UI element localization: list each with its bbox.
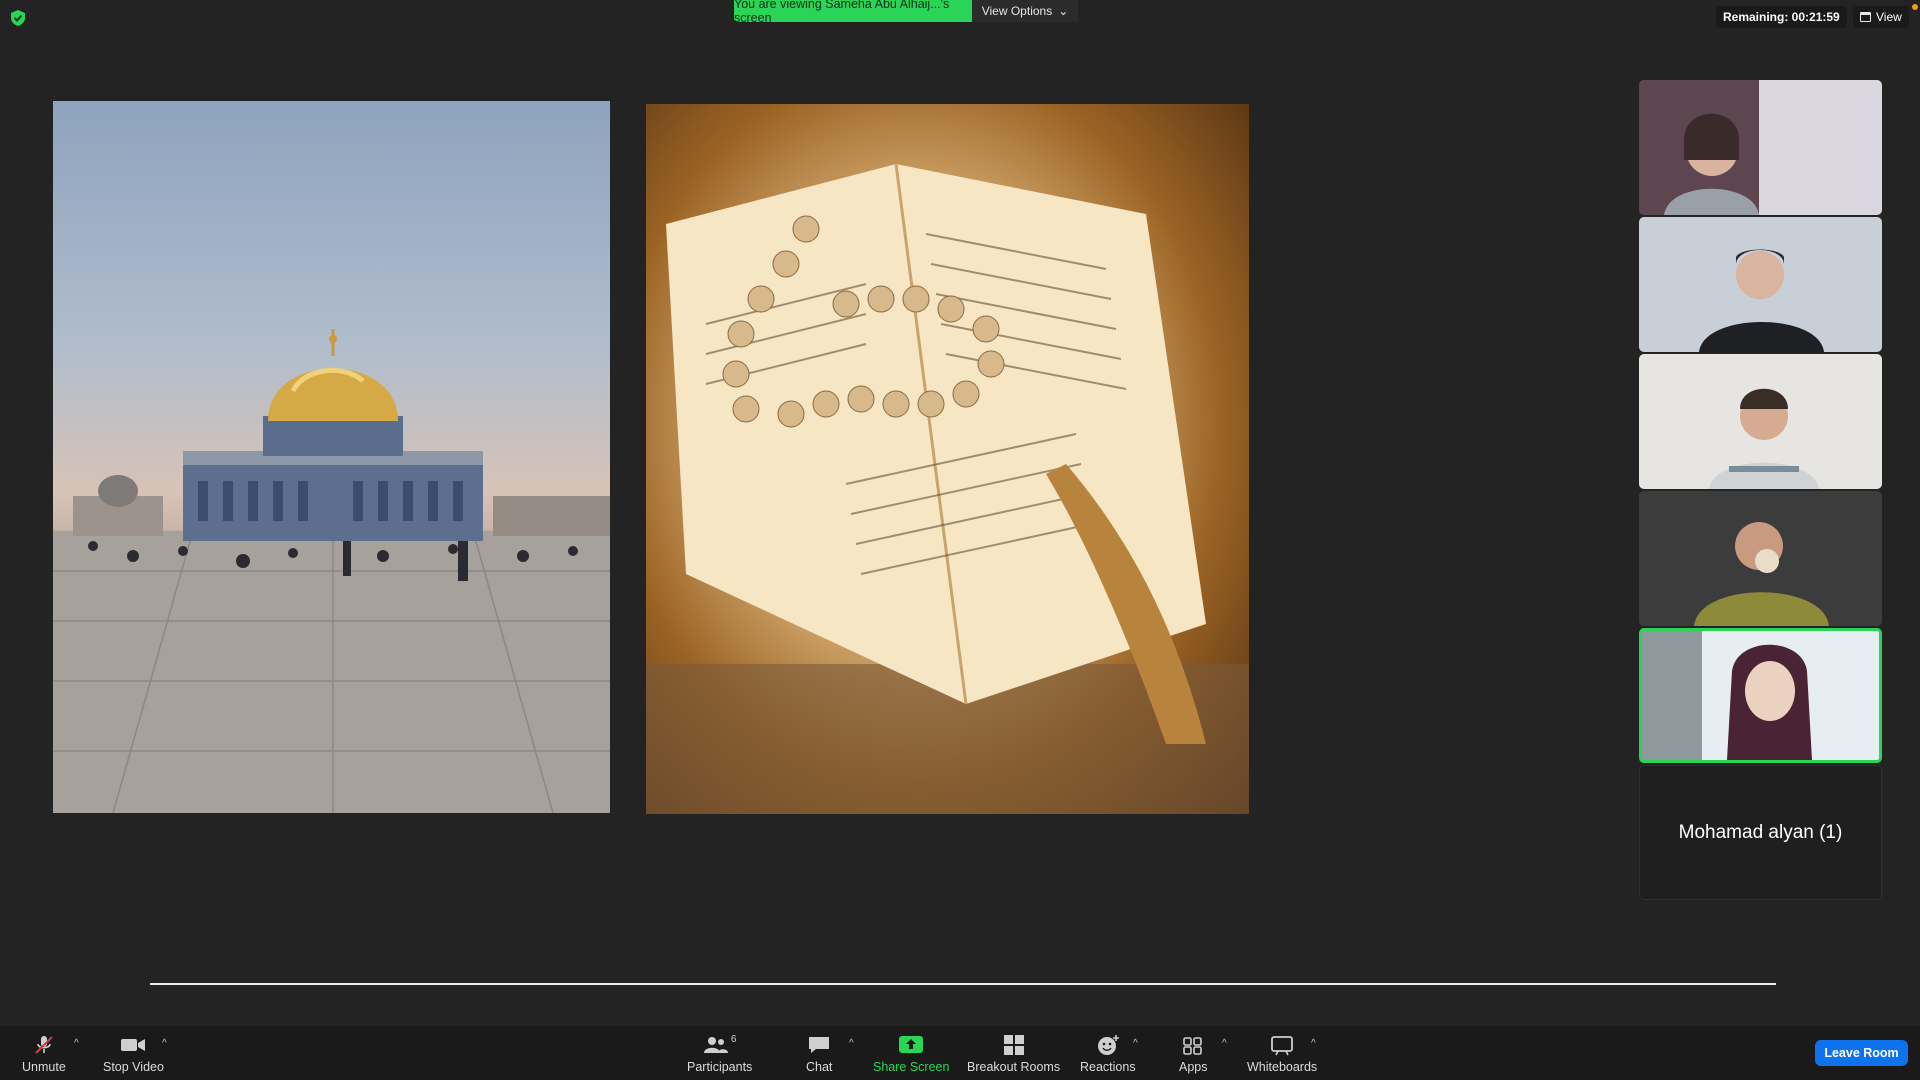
whiteboards-button[interactable]: Whiteboards — [1247, 1034, 1317, 1074]
meeting-toolbar: Unmute ^ Stop Video ^ 6 Participants Cha… — [0, 1026, 1920, 1080]
breakout-rooms-button[interactable]: Breakout Rooms — [967, 1034, 1060, 1074]
chat-button[interactable]: Chat — [806, 1034, 832, 1074]
share-screen-label: Share Screen — [873, 1060, 950, 1074]
stop-video-label: Stop Video — [103, 1060, 164, 1074]
unmute-button[interactable]: Unmute — [22, 1034, 66, 1074]
chat-bubble-icon — [809, 1037, 830, 1053]
security-shield-icon[interactable] — [9, 9, 27, 27]
audio-options-caret-icon[interactable]: ^ — [74, 1038, 79, 1049]
apps-icon — [1183, 1037, 1203, 1055]
view-options-label: View Options — [981, 4, 1053, 18]
reactions-button[interactable]: Reactions — [1080, 1034, 1136, 1074]
breakout-rooms-label: Breakout Rooms — [967, 1060, 1061, 1074]
participants-count: 6 — [730, 1034, 737, 1045]
chevron-down-icon: ⌄ — [1058, 4, 1069, 18]
participant-video-tile[interactable] — [1639, 80, 1882, 215]
active-speaker-video-tile[interactable] — [1639, 628, 1882, 763]
view-button[interactable]: View — [1853, 6, 1909, 28]
remaining-time-badge: Remaining: 00:21:59 — [1716, 6, 1847, 28]
chat-label: Chat — [806, 1060, 833, 1074]
leave-room-button[interactable]: Leave Room — [1815, 1040, 1908, 1066]
whiteboard-icon — [1271, 1036, 1293, 1056]
participant-video-tile[interactable] — [1639, 491, 1882, 626]
share-screen-icon — [899, 1036, 924, 1053]
participants-label: Participants — [687, 1060, 753, 1074]
participant-name-tile[interactable]: Mohamad alyan (1) — [1639, 765, 1882, 900]
apps-button[interactable]: Apps — [1179, 1034, 1208, 1074]
dome-of-the-rock-photo — [53, 101, 610, 813]
chat-options-caret-icon[interactable]: ^ — [849, 1038, 854, 1049]
top-bar: You are viewing Sameha Abu Alhaij...'s s… — [0, 0, 1920, 40]
participant-video-tile[interactable] — [1639, 354, 1882, 489]
reactions-label: Reactions — [1080, 1060, 1136, 1074]
stop-video-button[interactable]: Stop Video — [103, 1034, 164, 1074]
breakout-rooms-icon — [1003, 1035, 1024, 1055]
quran-and-prayer-beads-photo — [646, 104, 1249, 814]
smiley-plus-icon — [1097, 1035, 1119, 1055]
screen-share-banner: You are viewing Sameha Abu Alhaij...'s s… — [734, 0, 1078, 25]
view-options-button[interactable]: View Options ⌄ — [972, 0, 1078, 22]
participant-name: Mohamad alyan (1) — [1678, 821, 1843, 843]
participants-icon — [703, 1037, 728, 1053]
grid-view-icon — [1860, 12, 1871, 22]
apps-options-caret-icon[interactable]: ^ — [1222, 1038, 1227, 1049]
apps-label: Apps — [1179, 1060, 1208, 1074]
video-camera-icon — [121, 1039, 146, 1051]
participants-button[interactable]: 6 Participants — [687, 1034, 752, 1074]
notification-dot — [1912, 4, 1918, 10]
reactions-options-caret-icon[interactable]: ^ — [1133, 1038, 1138, 1049]
microphone-muted-icon — [35, 1036, 53, 1054]
shared-screen — [0, 40, 1776, 1020]
viewing-screen-text: You are viewing Sameha Abu Alhaij...'s s… — [734, 0, 972, 25]
participant-video-tile[interactable] — [1639, 217, 1882, 352]
view-label: View — [1876, 10, 1902, 24]
whiteboards-options-caret-icon[interactable]: ^ — [1311, 1038, 1316, 1049]
whiteboards-label: Whiteboards — [1247, 1060, 1318, 1074]
share-screen-button[interactable]: Share Screen — [873, 1034, 949, 1074]
unmute-label: Unmute — [22, 1060, 66, 1074]
video-options-caret-icon[interactable]: ^ — [162, 1038, 167, 1049]
share-progress-divider — [150, 983, 1776, 985]
